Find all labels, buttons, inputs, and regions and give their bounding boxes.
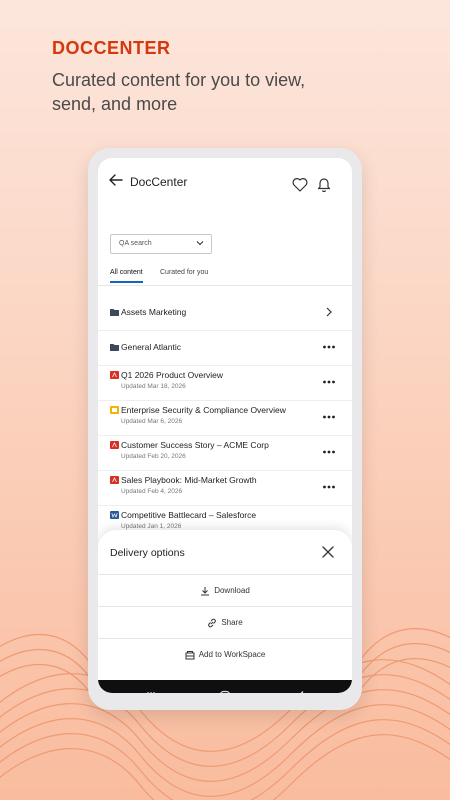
folder-icon xyxy=(110,309,119,316)
tab-all-content[interactable]: All content xyxy=(110,269,143,283)
app-screen: DocCenter QA search All content Curated … xyxy=(98,158,352,693)
hero-subtitle: Curated content for you to view, send, a… xyxy=(52,70,306,114)
system-back-icon[interactable] xyxy=(296,690,306,693)
list-item-title: Q1 2026 Product Overview xyxy=(121,370,224,380)
close-icon[interactable] xyxy=(321,545,335,559)
list-item-assets-marketing[interactable]: Assets Marketing xyxy=(98,295,352,331)
add-to-workspace-option[interactable]: Add to WorkSpace xyxy=(98,638,352,671)
favorite-heart-icon[interactable] xyxy=(292,177,308,192)
download-icon xyxy=(201,587,210,596)
slides-icon xyxy=(110,406,119,414)
tab-curated-for-you[interactable]: Curated for you xyxy=(160,269,208,276)
more-options-icon[interactable] xyxy=(322,379,336,385)
list-item-title: General Atlantic xyxy=(121,342,182,352)
list-item-title: Enterprise Security & Compliance Overvie… xyxy=(121,405,286,415)
list-item-document[interactable]: Enterprise Security & Compliance Overvie… xyxy=(98,400,352,436)
more-options-icon[interactable] xyxy=(322,484,336,490)
list-item-title: Sales Playbook: Mid-Market Growth xyxy=(121,475,257,485)
more-options-icon[interactable] xyxy=(322,344,336,350)
download-label: Download xyxy=(214,586,250,596)
list-item-title: Competitive Battlecard – Salesforce xyxy=(121,510,257,520)
content-tabs: All content Curated for you xyxy=(98,263,352,286)
download-option[interactable]: Download xyxy=(98,574,352,607)
app-header: DocCenter xyxy=(98,158,352,202)
page-title: DocCenter xyxy=(130,175,188,189)
add-to-workspace-label: Add to WorkSpace xyxy=(198,650,266,660)
recent-apps-icon[interactable] xyxy=(145,690,157,693)
more-options-icon[interactable] xyxy=(322,449,336,455)
more-options-icon[interactable] xyxy=(322,414,336,420)
list-item-general-atlantic[interactable]: General Atlantic xyxy=(98,330,352,366)
pdf-icon xyxy=(110,371,119,379)
chevron-right-icon[interactable] xyxy=(325,307,333,317)
back-arrow-icon[interactable] xyxy=(108,172,124,188)
delivery-options-sheet: Delivery options Download Share Add to W… xyxy=(98,530,352,680)
sheet-title: Delivery options xyxy=(110,547,185,559)
phone-frame: DocCenter QA search All content Curated … xyxy=(88,148,362,710)
share-option[interactable]: Share xyxy=(98,606,352,639)
share-label: Share xyxy=(221,618,243,628)
list-item-updated: Updated Mar 18, 2026 xyxy=(121,383,186,390)
hero-kicker: DOCCENTER xyxy=(52,38,171,58)
list-item-title: Assets Marketing xyxy=(121,307,187,317)
pdf-icon xyxy=(110,441,119,449)
notification-bell-icon[interactable] xyxy=(317,176,331,192)
list-item-document[interactable]: Sales Playbook: Mid-Market Growth Update… xyxy=(98,470,352,506)
list-item-document[interactable]: Q1 2026 Product Overview Updated Mar 18,… xyxy=(98,365,352,401)
qa-search-dropdown[interactable]: QA search xyxy=(110,234,212,254)
home-icon[interactable] xyxy=(219,690,231,693)
list-item-updated: Updated Mar 6, 2026 xyxy=(121,418,183,425)
list-item-updated: Updated Jan 1, 2026 xyxy=(121,523,182,530)
pdf-icon xyxy=(110,476,119,484)
list-item-document[interactable]: Customer Success Story – ACME Corp Updat… xyxy=(98,435,352,471)
qa-search-label: QA search xyxy=(119,240,152,247)
link-icon xyxy=(208,618,217,628)
word-icon xyxy=(110,511,119,519)
chevron-down-icon xyxy=(196,241,204,246)
folder-icon xyxy=(110,344,119,351)
list-item-updated: Updated Feb 4, 2026 xyxy=(121,488,183,495)
system-nav-bar xyxy=(98,680,352,693)
list-item-updated: Updated Feb 20, 2026 xyxy=(121,453,186,460)
workspace-icon xyxy=(185,651,195,660)
list-item-title: Customer Success Story – ACME Corp xyxy=(121,440,269,450)
